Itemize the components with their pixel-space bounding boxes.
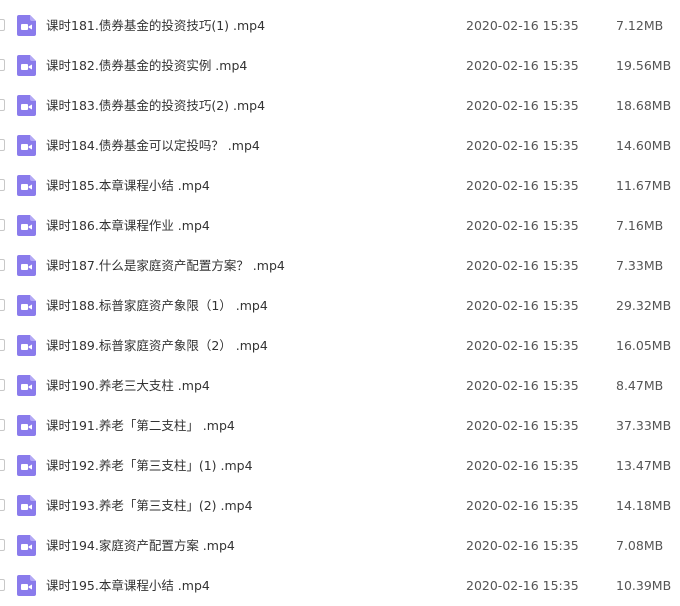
file-row[interactable]: 课时192.养老「第三支柱」(1) .mp4 2020-02-16 15:35 13… xyxy=(0,446,680,486)
row-checkbox[interactable] xyxy=(0,299,5,311)
row-checkbox[interactable] xyxy=(0,19,5,31)
file-modified-date: 2020-02-16 15:35 xyxy=(466,378,579,393)
row-checkbox[interactable] xyxy=(0,579,5,591)
file-size: 18.68MB xyxy=(616,98,672,113)
file-row[interactable]: 课时185.本章课程小结 .mp4 2020-02-16 15:35 11.67MB xyxy=(0,166,680,206)
file-size: 8.47MB xyxy=(616,378,664,393)
file-row[interactable]: 课时186.本章课程作业 .mp4 2020-02-16 15:35 7.16MB xyxy=(0,206,680,246)
video-file-icon xyxy=(17,95,36,116)
file-modified-date: 2020-02-16 15:35 xyxy=(466,138,579,153)
file-name[interactable]: 课时192.养老「第三支柱」(1) .mp4 xyxy=(46,446,253,486)
file-size: 16.05MB xyxy=(616,338,672,353)
file-row[interactable]: 课时181.债券基金的投资技巧(1) .mp4 2020-02-16 15:35 7… xyxy=(0,6,680,46)
file-modified-date: 2020-02-16 15:35 xyxy=(466,418,579,433)
file-name[interactable]: 课时184.债券基金可以定投吗？ .mp4 xyxy=(46,126,260,166)
file-size: 29.32MB xyxy=(616,298,672,313)
file-size: 11.67MB xyxy=(616,178,672,193)
video-file-icon xyxy=(17,375,36,396)
video-file-icon xyxy=(17,415,36,436)
row-checkbox[interactable] xyxy=(0,339,5,351)
file-name[interactable]: 课时188.标普家庭资产象限（1） .mp4 xyxy=(46,286,268,326)
file-modified-date: 2020-02-16 15:35 xyxy=(466,498,579,513)
file-row[interactable]: 课时182.债券基金的投资实例 .mp4 2020-02-16 15:35 19.5… xyxy=(0,46,680,86)
video-file-icon xyxy=(17,335,36,356)
file-list: 课时181.债券基金的投资技巧(1) .mp4 2020-02-16 15:35 7… xyxy=(0,6,680,606)
video-file-icon xyxy=(17,15,36,36)
file-modified-date: 2020-02-16 15:35 xyxy=(466,218,579,233)
file-modified-date: 2020-02-16 15:35 xyxy=(466,298,579,313)
row-checkbox[interactable] xyxy=(0,499,5,511)
row-checkbox[interactable] xyxy=(0,139,5,151)
file-size: 7.16MB xyxy=(616,218,664,233)
file-name[interactable]: 课时190.养老三大支柱 .mp4 xyxy=(46,366,210,406)
video-file-icon xyxy=(17,535,36,556)
file-row[interactable]: 课时193.养老「第三支柱」(2) .mp4 2020-02-16 15:35 14… xyxy=(0,486,680,526)
file-modified-date: 2020-02-16 15:35 xyxy=(466,258,579,273)
row-checkbox[interactable] xyxy=(0,379,5,391)
file-name[interactable]: 课时194.家庭资产配置方案 .mp4 xyxy=(46,526,235,566)
video-file-icon xyxy=(17,575,36,596)
row-checkbox[interactable] xyxy=(0,459,5,471)
file-name[interactable]: 课时187.什么是家庭资产配置方案？ .mp4 xyxy=(46,246,285,286)
file-modified-date: 2020-02-16 15:35 xyxy=(466,18,579,33)
row-checkbox[interactable] xyxy=(0,59,5,71)
file-name[interactable]: 课时181.债券基金的投资技巧(1) .mp4 xyxy=(46,6,265,46)
file-name[interactable]: 课时185.本章课程小结 .mp4 xyxy=(46,166,210,206)
video-file-icon xyxy=(17,55,36,76)
file-modified-date: 2020-02-16 15:35 xyxy=(466,178,579,193)
file-row[interactable]: 课时190.养老三大支柱 .mp4 2020-02-16 15:35 8.47MB xyxy=(0,366,680,406)
file-size: 13.47MB xyxy=(616,458,672,473)
video-file-icon xyxy=(17,215,36,236)
row-checkbox[interactable] xyxy=(0,419,5,431)
file-row[interactable]: 课时194.家庭资产配置方案 .mp4 2020-02-16 15:35 7.08M… xyxy=(0,526,680,566)
file-name[interactable]: 课时186.本章课程作业 .mp4 xyxy=(46,206,210,246)
file-row[interactable]: 课时188.标普家庭资产象限（1） .mp4 2020-02-16 15:35 29… xyxy=(0,286,680,326)
file-size: 7.12MB xyxy=(616,18,664,33)
row-checkbox[interactable] xyxy=(0,179,5,191)
file-row[interactable]: 课时187.什么是家庭资产配置方案？ .mp4 2020-02-16 15:35 7… xyxy=(0,246,680,286)
file-row[interactable]: 课时191.养老「第二支柱」 .mp4 2020-02-16 15:35 37.33… xyxy=(0,406,680,446)
file-modified-date: 2020-02-16 15:35 xyxy=(466,458,579,473)
video-file-icon xyxy=(17,295,36,316)
file-size: 14.60MB xyxy=(616,138,672,153)
video-file-icon xyxy=(17,495,36,516)
file-name[interactable]: 课时195.本章课程小结 .mp4 xyxy=(46,566,210,606)
file-row[interactable]: 课时189.标普家庭资产象限（2） .mp4 2020-02-16 15:35 16… xyxy=(0,326,680,366)
file-row[interactable]: 课时184.债券基金可以定投吗？ .mp4 2020-02-16 15:35 14.… xyxy=(0,126,680,166)
video-file-icon xyxy=(17,255,36,276)
file-size: 37.33MB xyxy=(616,418,672,433)
file-modified-date: 2020-02-16 15:35 xyxy=(466,58,579,73)
video-file-icon xyxy=(17,175,36,196)
video-file-icon xyxy=(17,135,36,156)
file-size: 7.33MB xyxy=(616,258,664,273)
file-name[interactable]: 课时189.标普家庭资产象限（2） .mp4 xyxy=(46,326,268,366)
file-name[interactable]: 课时182.债券基金的投资实例 .mp4 xyxy=(46,46,247,86)
file-size: 10.39MB xyxy=(616,578,672,593)
file-row[interactable]: 课时195.本章课程小结 .mp4 2020-02-16 15:35 10.39MB xyxy=(0,566,680,606)
file-row[interactable]: 课时183.债券基金的投资技巧(2) .mp4 2020-02-16 15:35 1… xyxy=(0,86,680,126)
file-size: 7.08MB xyxy=(616,538,664,553)
row-checkbox[interactable] xyxy=(0,539,5,551)
video-file-icon xyxy=(17,455,36,476)
file-name[interactable]: 课时183.债券基金的投资技巧(2) .mp4 xyxy=(46,86,265,126)
file-name[interactable]: 课时193.养老「第三支柱」(2) .mp4 xyxy=(46,486,253,526)
row-checkbox[interactable] xyxy=(0,259,5,271)
file-modified-date: 2020-02-16 15:35 xyxy=(466,98,579,113)
file-modified-date: 2020-02-16 15:35 xyxy=(466,578,579,593)
row-checkbox[interactable] xyxy=(0,219,5,231)
file-name[interactable]: 课时191.养老「第二支柱」 .mp4 xyxy=(46,406,235,446)
file-size: 19.56MB xyxy=(616,58,672,73)
file-size: 14.18MB xyxy=(616,498,672,513)
file-modified-date: 2020-02-16 15:35 xyxy=(466,338,579,353)
row-checkbox[interactable] xyxy=(0,99,5,111)
file-modified-date: 2020-02-16 15:35 xyxy=(466,538,579,553)
